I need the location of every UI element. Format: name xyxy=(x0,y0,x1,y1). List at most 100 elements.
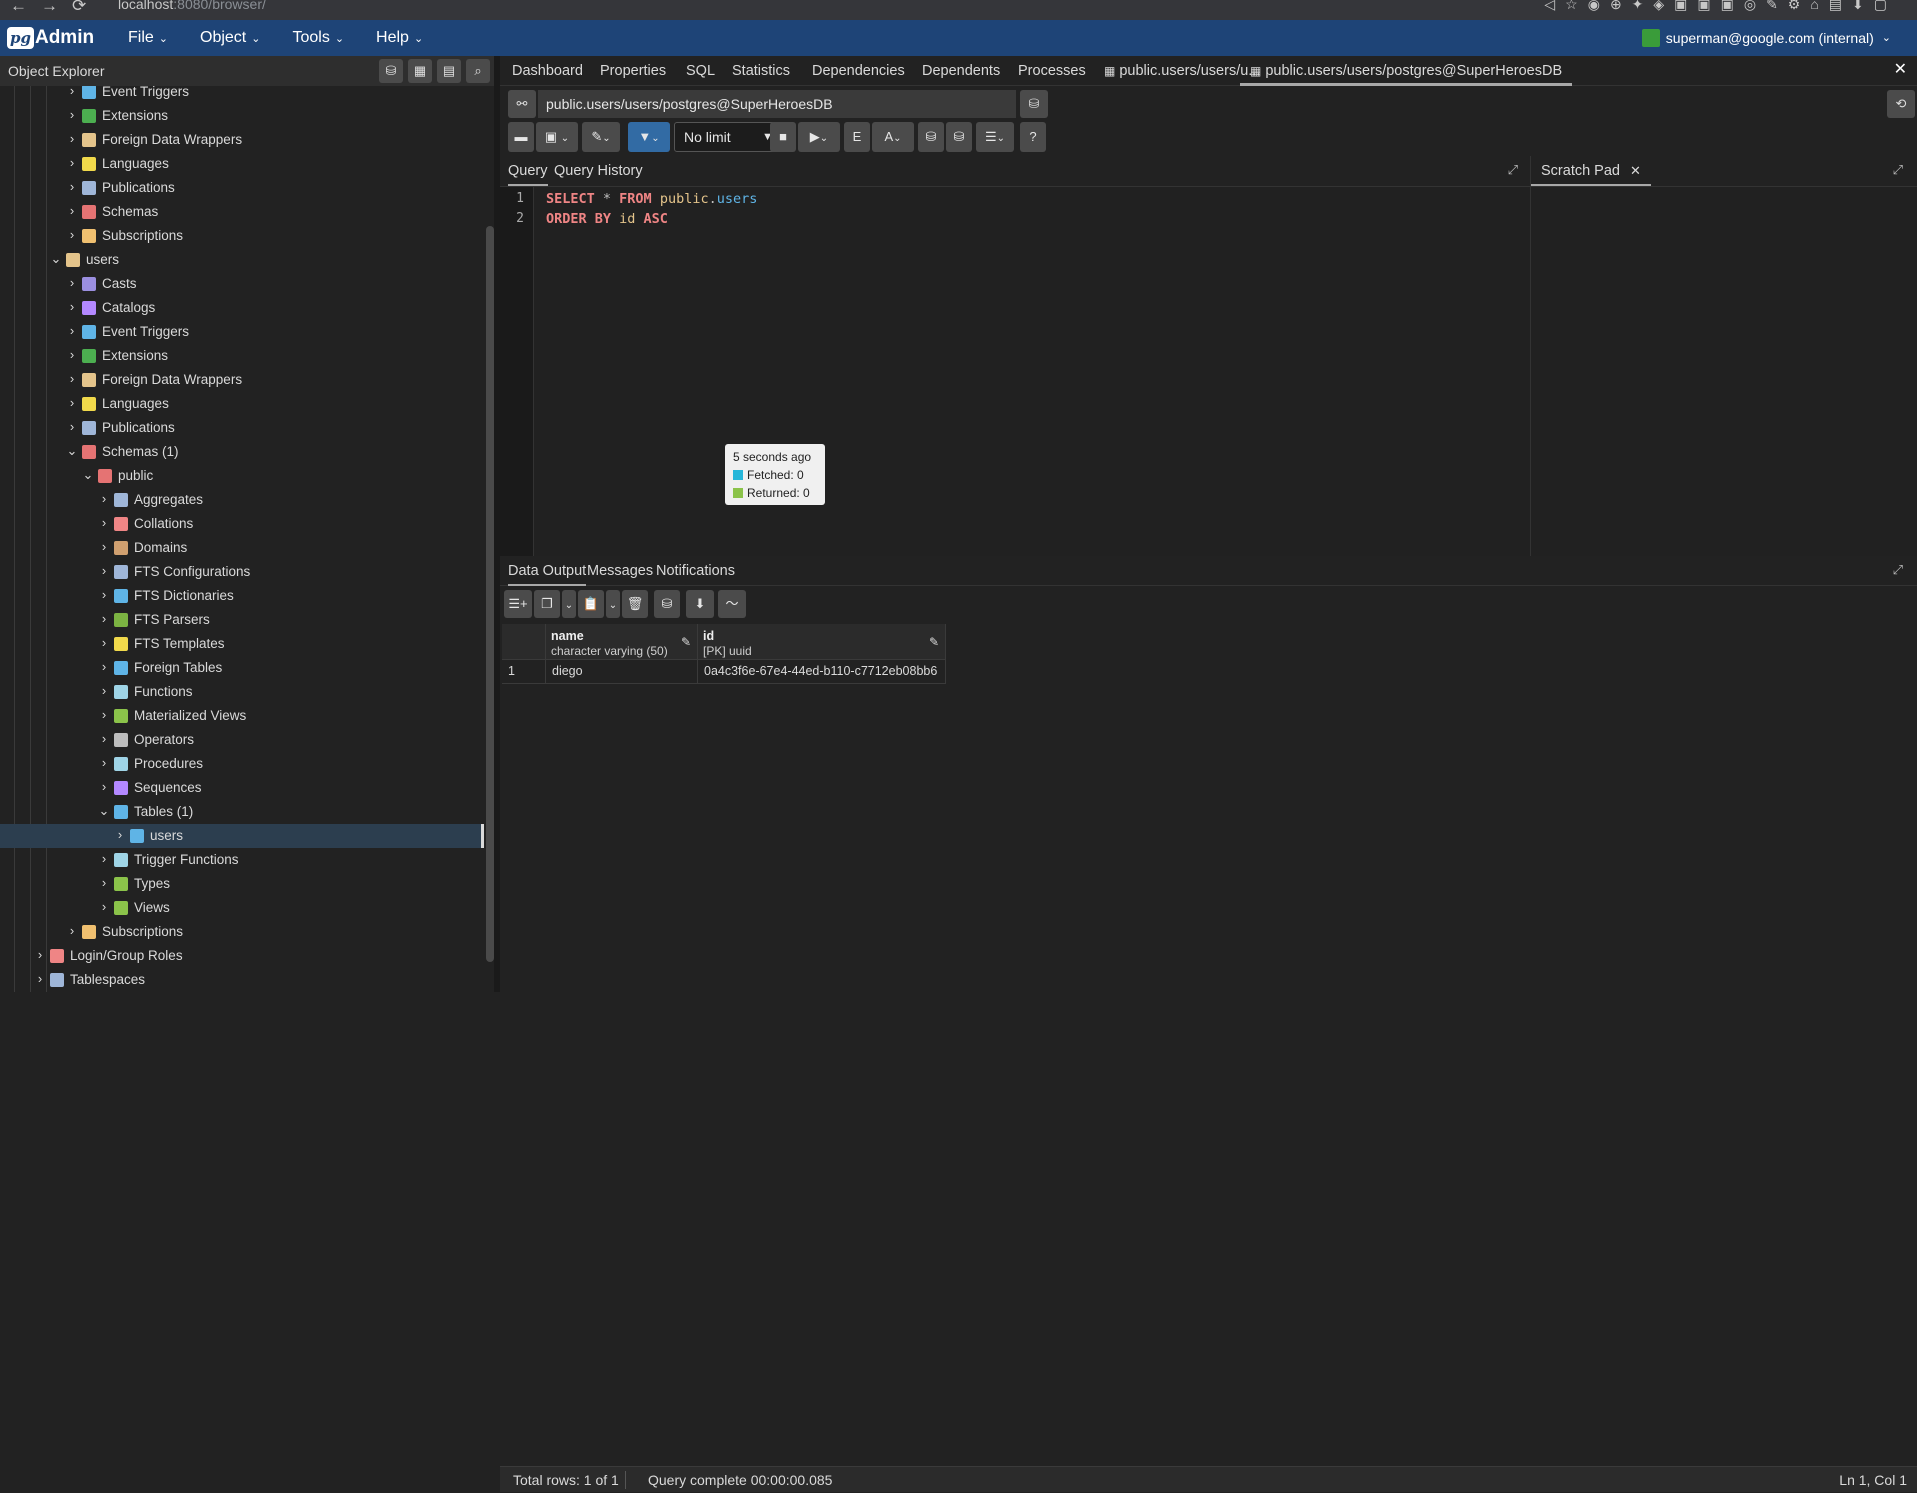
chevron-right-icon[interactable]: › xyxy=(98,491,110,506)
chevron-right-icon[interactable]: › xyxy=(98,875,110,890)
tree-node[interactable]: › Subscriptions xyxy=(0,920,484,944)
grid-corner[interactable] xyxy=(502,624,546,660)
cell-name[interactable]: diego xyxy=(546,660,698,684)
tab-sql[interactable]: SQL xyxy=(686,56,715,86)
tree-node[interactable]: › Publications xyxy=(0,416,484,440)
help-icon[interactable]: ? xyxy=(1020,122,1046,152)
tree-node[interactable]: › Languages xyxy=(0,392,484,416)
chevron-down-icon[interactable]: ⌄ xyxy=(82,467,94,483)
tree-node[interactable]: › Operators xyxy=(0,728,484,752)
browser-url[interactable]: localhost:8080/browser/ xyxy=(118,0,266,12)
chevron-right-icon[interactable]: › xyxy=(66,347,78,362)
tree-node[interactable]: › Procedures xyxy=(0,752,484,776)
code-line[interactable]: SELECT * FROM public.users xyxy=(546,191,757,207)
menu-tools[interactable]: Tools ⌄ xyxy=(292,20,344,56)
chevron-right-icon[interactable]: › xyxy=(98,659,110,674)
chevron-right-icon[interactable]: › xyxy=(114,827,126,842)
sql-editor[interactable]: 12 SELECT * FROM public.users ORDER BY id… xyxy=(500,186,1530,557)
row-number[interactable]: 1 xyxy=(502,660,546,684)
download-icon[interactable]: ⬇ xyxy=(686,590,714,618)
chevron-right-icon[interactable]: › xyxy=(98,539,110,554)
tree-node[interactable]: › Aggregates xyxy=(0,488,484,512)
scratch-pad-editor[interactable] xyxy=(1531,186,1917,556)
stop-icon[interactable]: ■ xyxy=(770,122,796,152)
chevron-right-icon[interactable]: › xyxy=(98,611,110,626)
chevron-right-icon[interactable]: › xyxy=(66,203,78,218)
chevron-right-icon[interactable]: › xyxy=(98,755,110,770)
tree-node[interactable]: › Extensions xyxy=(0,104,484,128)
tab-data-output[interactable]: Data Output xyxy=(508,556,587,586)
column-header-id[interactable]: id [PK] uuid ✎ xyxy=(698,624,946,660)
chevron-right-icon[interactable]: › xyxy=(66,299,78,314)
tree-node[interactable]: › FTS Configurations xyxy=(0,560,484,584)
tree-node[interactable]: › Tablespaces xyxy=(0,968,484,992)
search-icon[interactable]: ⌕ xyxy=(466,59,490,83)
tree-node[interactable]: › Catalogs xyxy=(0,296,484,320)
open-file-icon[interactable]: ▬ xyxy=(508,122,534,152)
tree-scrollbar[interactable] xyxy=(486,226,494,962)
delete-icon[interactable]: 🗑 xyxy=(622,590,648,618)
chevron-right-icon[interactable]: › xyxy=(98,899,110,914)
paste-options-icon[interactable]: ⌄ xyxy=(606,590,620,618)
paste-icon[interactable]: 📋 xyxy=(578,590,604,618)
execute-icon[interactable]: ▶⌄ xyxy=(798,122,840,152)
new-connection-icon[interactable]: ⛁ xyxy=(1020,90,1048,118)
tree-node[interactable]: › Event Triggers xyxy=(0,86,484,104)
tree-node[interactable]: › FTS Templates xyxy=(0,632,484,656)
connection-select[interactable]: public.users/users/postgres@SuperHeroesD… xyxy=(538,90,1016,118)
tree-node[interactable]: › Views xyxy=(0,896,484,920)
view-data-icon[interactable]: ▦ xyxy=(408,59,432,83)
copy-icon[interactable]: ❐ xyxy=(534,590,560,618)
chevron-right-icon[interactable]: › xyxy=(66,371,78,386)
chevron-right-icon[interactable]: › xyxy=(66,86,78,98)
tree-node[interactable]: › FTS Parsers xyxy=(0,608,484,632)
menu-help[interactable]: Help ⌄ xyxy=(376,20,423,56)
tree-node[interactable]: › Sequences xyxy=(0,776,484,800)
chevron-right-icon[interactable]: › xyxy=(98,683,110,698)
save-data-icon[interactable]: ⛁ xyxy=(654,590,680,618)
tree-node[interactable]: › Languages xyxy=(0,152,484,176)
chevron-right-icon[interactable]: › xyxy=(34,971,46,986)
copy-options-icon[interactable]: ⌄ xyxy=(562,590,576,618)
chevron-right-icon[interactable]: › xyxy=(98,563,110,578)
connection-status-icon[interactable]: ⚯ xyxy=(508,90,536,118)
code-line[interactable]: ORDER BY id ASC xyxy=(546,211,668,227)
browser-nav-icons[interactable]: ←→⟳ xyxy=(10,0,100,16)
explain-icon[interactable]: E xyxy=(844,122,870,152)
chevron-right-icon[interactable]: › xyxy=(98,731,110,746)
tree-node[interactable]: ⌄ public xyxy=(0,464,484,488)
tab-query-history[interactable]: Query History xyxy=(554,156,643,186)
tree-node[interactable]: › Extensions xyxy=(0,344,484,368)
chevron-right-icon[interactable]: › xyxy=(98,779,110,794)
row-limit-select[interactable]: No limit ▼ xyxy=(674,122,784,152)
chevron-right-icon[interactable]: › xyxy=(66,419,78,434)
explain-analyze-icon[interactable]: A⌄ xyxy=(872,122,914,152)
chevron-right-icon[interactable]: › xyxy=(66,323,78,338)
chevron-down-icon[interactable]: ⌄ xyxy=(50,251,62,267)
chevron-right-icon[interactable]: › xyxy=(66,395,78,410)
filter-rows-icon[interactable]: ▤ xyxy=(437,59,461,83)
tree-node[interactable]: › users xyxy=(0,824,484,848)
commit-icon[interactable]: ⛁ xyxy=(918,122,944,152)
chevron-right-icon[interactable]: › xyxy=(66,131,78,146)
tree-node[interactable]: › Foreign Data Wrappers xyxy=(0,368,484,392)
chevron-right-icon[interactable]: › xyxy=(66,227,78,242)
tab-scratch-pad[interactable]: Scratch Pad ✕ xyxy=(1531,156,1651,186)
tree-node[interactable]: › Domains xyxy=(0,536,484,560)
tab-query[interactable]: Query xyxy=(508,156,548,186)
edit-icon[interactable]: ✎⌄ xyxy=(582,122,620,152)
menu-object[interactable]: Object ⌄ xyxy=(200,20,260,56)
refresh-icon[interactable]: ⟲ xyxy=(1887,90,1915,118)
tree-node[interactable]: › Schemas xyxy=(0,200,484,224)
tree-node[interactable]: › Foreign Data Wrappers xyxy=(0,128,484,152)
expand-icon[interactable]: ⤢ xyxy=(1893,562,1903,578)
expand-icon[interactable]: ⤢ xyxy=(1893,162,1903,178)
filter-icon[interactable]: ▼⌄ xyxy=(628,122,670,152)
expand-icon[interactable]: ⤢ xyxy=(1508,162,1518,178)
column-header-name[interactable]: name character varying (50) ✎ xyxy=(546,624,698,660)
tree-node[interactable]: › Collations xyxy=(0,512,484,536)
tab-statistics[interactable]: Statistics xyxy=(732,56,790,86)
chevron-right-icon[interactable]: › xyxy=(66,179,78,194)
chevron-right-icon[interactable]: › xyxy=(66,275,78,290)
close-tab-icon[interactable]: ✕ xyxy=(1894,59,1907,79)
